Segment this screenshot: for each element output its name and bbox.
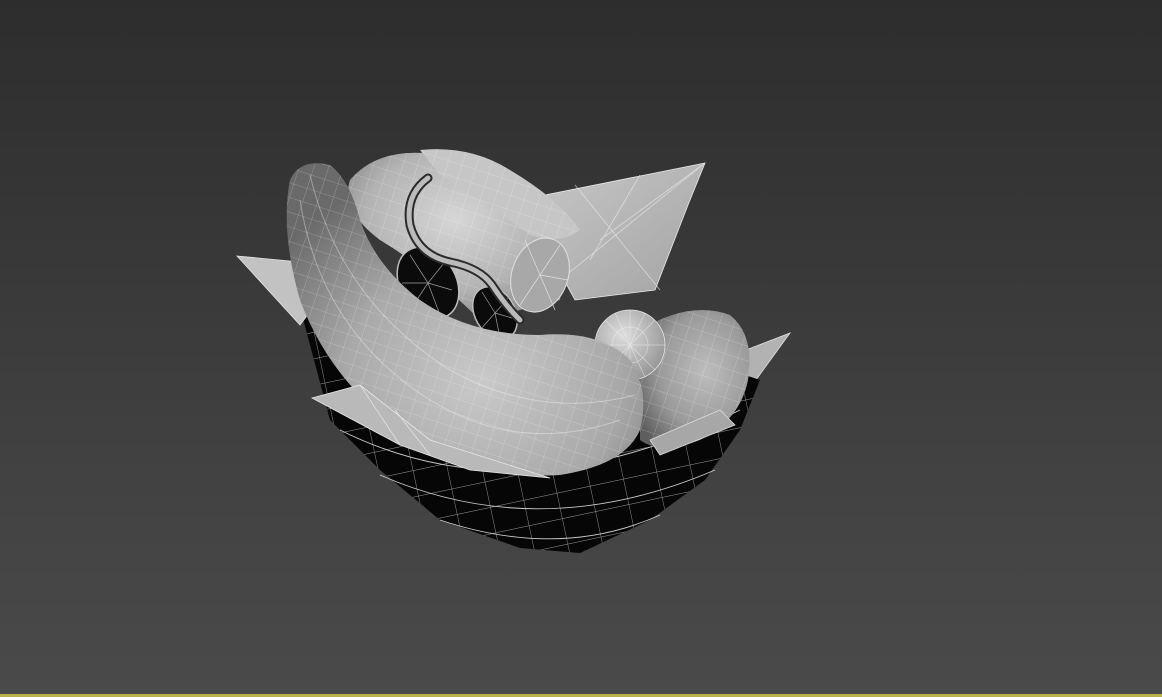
perspective-viewport[interactable] — [0, 0, 1162, 697]
scene-3d-model[interactable] — [0, 0, 1162, 697]
